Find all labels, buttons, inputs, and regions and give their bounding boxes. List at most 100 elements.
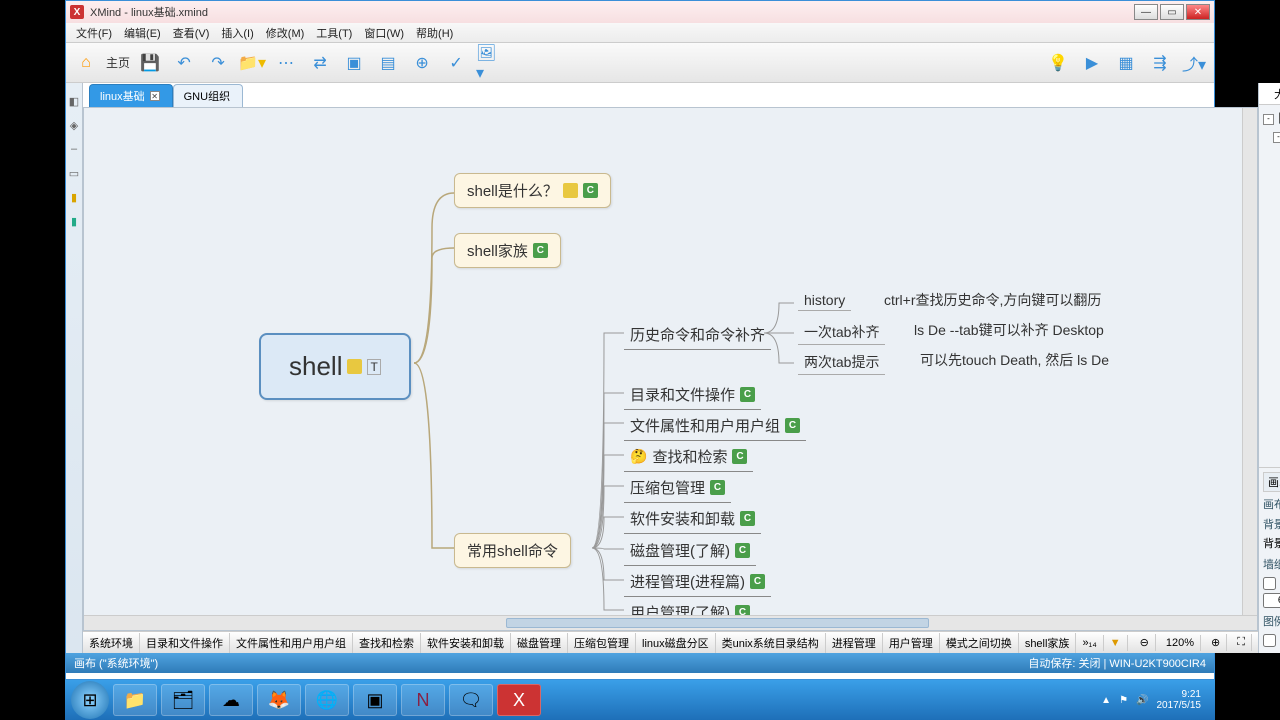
share-icon[interactable]: ⇶: [1146, 49, 1174, 77]
boundary-icon[interactable]: ▣: [340, 49, 368, 77]
tree-row[interactable]: -📘工作簿: [1263, 111, 1280, 129]
node-shell-family[interactable]: shell家族 C: [454, 233, 561, 268]
node-disk[interactable]: 磁盘管理(了解) C: [624, 536, 756, 566]
node-history-completion[interactable]: 历史命令和命令补齐: [624, 320, 771, 350]
menu-tools[interactable]: 工具(T): [310, 23, 358, 42]
menu-view[interactable]: 查看(V): [167, 23, 216, 42]
sheet-tab[interactable]: 磁盘管理: [511, 633, 568, 653]
save-icon[interactable]: 💾: [136, 49, 164, 77]
wallpaper-checkbox[interactable]: [1263, 577, 1276, 590]
clock[interactable]: 9:21 2017/5/15: [1157, 689, 1202, 712]
legend-checkbox[interactable]: [1263, 634, 1276, 647]
node-root-shell[interactable]: shell T: [259, 333, 411, 400]
node-shell-what[interactable]: shell是什么？ C: [454, 173, 611, 208]
strip-icon[interactable]: ▮: [66, 189, 82, 205]
sheet-tab[interactable]: 文件属性和用户用户组: [230, 633, 353, 653]
strip-icon[interactable]: ▭: [66, 165, 82, 181]
sheet-tab[interactable]: 目录和文件操作: [140, 633, 230, 653]
export-icon[interactable]: ⤴▾: [1180, 49, 1208, 77]
sheet-tab[interactable]: 用户管理: [883, 633, 940, 653]
tree-row[interactable]: T: [1263, 199, 1280, 217]
sheet-tab[interactable]: linux磁盘分区: [636, 633, 716, 653]
tray-icon[interactable]: 🔊: [1136, 695, 1148, 706]
zoom-fit-icon[interactable]: ⛶: [1231, 634, 1252, 651]
sheet-tab[interactable]: 软件安装和卸载: [421, 633, 511, 653]
start-button[interactable]: ⊞: [71, 681, 109, 719]
tree-row[interactable]: ▮: [1263, 217, 1280, 235]
tab-outline[interactable]: 大纲: [1259, 83, 1280, 104]
node-process[interactable]: 进程管理(进程篇) C: [624, 567, 771, 597]
node-tab-twice[interactable]: 两次tab提示: [798, 350, 885, 375]
strip-icon[interactable]: ▮: [66, 213, 82, 229]
tree-row[interactable]: T: [1263, 181, 1280, 199]
tree-row[interactable]: +M: [1263, 234, 1280, 252]
sheet-tab[interactable]: 进程管理: [826, 633, 883, 653]
sheet-tab[interactable]: 压缩包管理: [568, 633, 636, 653]
strip-icon[interactable]: –: [66, 141, 82, 157]
undo-icon[interactable]: ↶: [170, 49, 198, 77]
sheet-tab[interactable]: 系统环境: [83, 633, 140, 653]
tree-row[interactable]: -Clinux: [1263, 146, 1280, 164]
home-icon[interactable]: ⌂: [72, 49, 100, 77]
prop-tab[interactable]: 画...: [1263, 472, 1280, 492]
minimize-button[interactable]: —: [1134, 4, 1158, 20]
redo-icon[interactable]: ↷: [204, 49, 232, 77]
close-tab-icon[interactable]: ✕: [150, 91, 160, 101]
close-button[interactable]: ✕: [1186, 4, 1210, 20]
menu-help[interactable]: 帮助(H): [410, 23, 459, 42]
sheet-tab[interactable]: 类unix系统目录结构: [716, 633, 826, 653]
chrome-icon[interactable]: 🌐: [305, 684, 349, 716]
menu-file[interactable]: 文件(F): [70, 23, 118, 42]
maximize-button[interactable]: ▭: [1160, 4, 1184, 20]
menu-edit[interactable]: 编辑(E): [118, 23, 167, 42]
cloud-icon[interactable]: ☁: [209, 684, 253, 716]
sheet-more[interactable]: »₁₄: [1076, 635, 1103, 651]
node-file-attr[interactable]: 文件属性和用户用户组 C: [624, 411, 806, 441]
zoom-out-icon[interactable]: ⊖: [1134, 634, 1156, 651]
menu-insert[interactable]: 插入(I): [215, 23, 259, 42]
strip-icon[interactable]: ◧: [66, 93, 82, 109]
node-archive[interactable]: 压缩包管理 C: [624, 473, 731, 503]
tree-row[interactable]: -▫画布 1: [1263, 129, 1280, 147]
more-icon[interactable]: ⋯: [272, 49, 300, 77]
zoom-in-icon[interactable]: ⊕: [1205, 634, 1227, 651]
check-icon[interactable]: ✓: [442, 49, 470, 77]
tray-icon[interactable]: ▲: [1101, 695, 1111, 706]
present-icon[interactable]: ▶: [1078, 49, 1106, 77]
app-icon[interactable]: 🗨: [449, 684, 493, 716]
tree-row[interactable]: +M1.: [1263, 164, 1280, 182]
sheet-tab[interactable]: 模式之间切换: [940, 633, 1019, 653]
sheet-tab[interactable]: 查找和检索: [353, 633, 421, 653]
node-tab-once[interactable]: 一次tab补齐: [798, 320, 885, 345]
firefox-icon[interactable]: 🦊: [257, 684, 301, 716]
tree-row[interactable]: -: [1263, 269, 1280, 280]
scrollbar-thumb[interactable]: [506, 618, 928, 628]
filter-icon[interactable]: ▼: [1104, 635, 1128, 651]
horizontal-scrollbar[interactable]: [84, 615, 1257, 630]
tray-icon[interactable]: ⚑: [1119, 695, 1128, 706]
image-icon[interactable]: 🖼▾: [476, 49, 504, 77]
node-history[interactable]: history: [798, 290, 851, 311]
node-software[interactable]: 软件安装和卸载 C: [624, 504, 761, 534]
tree-row[interactable]: T: [1263, 252, 1280, 270]
strip-icon[interactable]: ◈: [66, 117, 82, 133]
menu-modify[interactable]: 修改(M): [260, 23, 311, 42]
relation-icon[interactable]: ⇄: [306, 49, 334, 77]
vm-icon[interactable]: ▣: [353, 684, 397, 716]
menu-window[interactable]: 窗口(W): [358, 23, 410, 42]
summary-icon[interactable]: ▤: [374, 49, 402, 77]
tab-gnu[interactable]: GNU组织: [173, 84, 243, 107]
tab-linux-basics[interactable]: linux基础✕: [89, 84, 173, 107]
explorer-icon[interactable]: 📁: [113, 684, 157, 716]
gantt-icon[interactable]: ▦: [1112, 49, 1140, 77]
folder-icon[interactable]: 📁▾: [238, 49, 266, 77]
xmind-taskbar-icon[interactable]: X: [497, 684, 541, 716]
vertical-scrollbar[interactable]: [1242, 108, 1257, 615]
marker-icon[interactable]: ⊕: [408, 49, 436, 77]
idea-icon[interactable]: 💡: [1044, 49, 1072, 77]
node-search[interactable]: 🤔查找和检索 C: [624, 442, 753, 472]
opacity-input[interactable]: [1263, 593, 1280, 608]
node-common-commands[interactable]: 常用shell命令: [454, 533, 571, 568]
onenote-icon[interactable]: N: [401, 684, 445, 716]
mindmap-canvas[interactable]: shell T shell是什么？ C shell家族 C 常用shell命令 …: [83, 107, 1258, 631]
